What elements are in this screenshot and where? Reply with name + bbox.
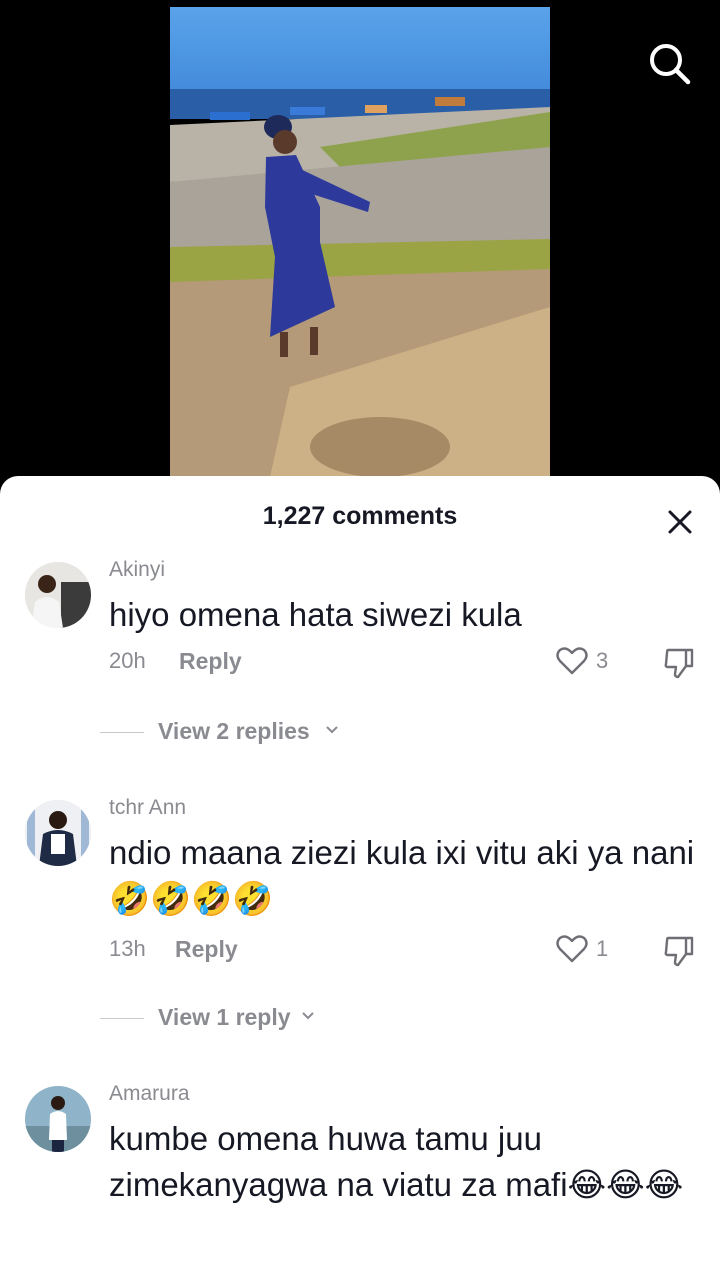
dislike-button[interactable] xyxy=(662,934,696,968)
reply-button[interactable]: Reply xyxy=(179,648,242,675)
comment-username[interactable]: tchr Ann xyxy=(109,796,186,820)
like-count: 3 xyxy=(596,648,609,673)
chevron-down-icon xyxy=(302,1012,314,1020)
comment-count-title: 1,227 comments xyxy=(262,502,458,530)
dislike-button[interactable] xyxy=(662,646,696,680)
thumbs-down-icon xyxy=(664,936,694,967)
thumbs-down-icon xyxy=(664,648,694,679)
chevron-down-icon xyxy=(326,726,338,734)
search-button[interactable] xyxy=(644,38,694,88)
comment-username[interactable]: Akinyi xyxy=(109,558,165,582)
avatar[interactable] xyxy=(25,1086,91,1152)
video-frame[interactable] xyxy=(170,7,550,477)
close-button[interactable] xyxy=(660,502,700,542)
view-replies-button[interactable]: View 1 reply xyxy=(100,1004,360,1034)
like-count: 1 xyxy=(596,936,609,961)
video-player[interactable] xyxy=(0,0,720,500)
comment-text: kumbe omena huwa tamu juu zimekanyagwa n… xyxy=(109,1120,684,1203)
comment-timestamp: 13h xyxy=(109,936,146,961)
like-button[interactable]: 3 xyxy=(556,646,616,680)
close-icon xyxy=(668,510,692,534)
search-icon xyxy=(650,44,691,85)
avatar[interactable] xyxy=(25,800,91,866)
heart-icon xyxy=(556,647,588,675)
comment-timestamp: 20h xyxy=(109,648,146,673)
view-replies-button[interactable]: View 2 replies xyxy=(100,718,380,748)
view-replies-label: View 1 reply xyxy=(158,1004,291,1030)
divider-line xyxy=(100,732,144,733)
comment-text: hiyo omena hata siwezi kula xyxy=(109,596,522,633)
divider-line xyxy=(100,1018,144,1019)
comment-username[interactable]: Amarura xyxy=(109,1082,190,1106)
like-button[interactable]: 1 xyxy=(556,934,616,968)
view-replies-label: View 2 replies xyxy=(158,718,310,744)
comment-text: ndio maana ziezi kula ixi vitu aki ya na… xyxy=(109,834,695,917)
comments-sheet: 1,227 comments Akinyi hiyo omena hata si… xyxy=(0,476,720,1270)
reply-button[interactable]: Reply xyxy=(175,936,238,963)
avatar[interactable] xyxy=(25,562,91,628)
heart-icon xyxy=(556,935,588,963)
video-thumbnail-image xyxy=(170,7,550,477)
